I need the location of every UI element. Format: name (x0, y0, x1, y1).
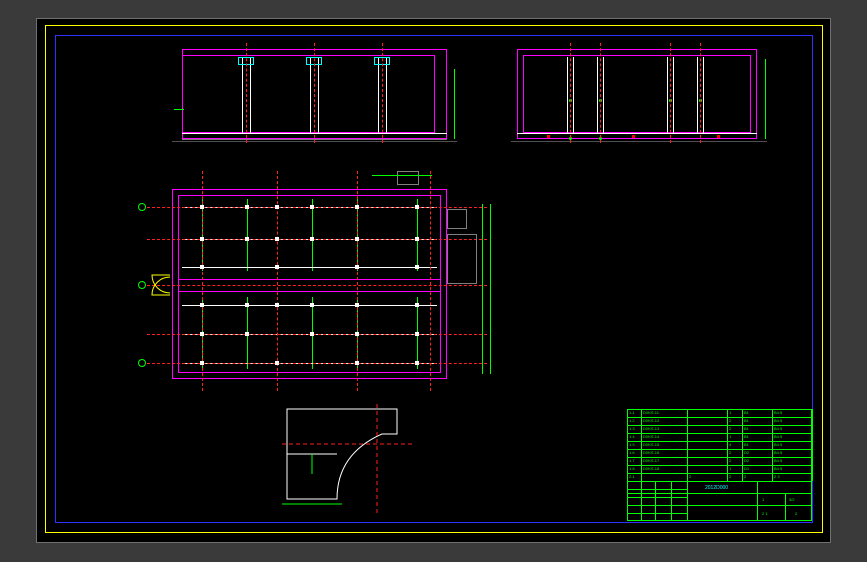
bom-cell: B4.5 (774, 442, 782, 447)
bom-cell: 2 (729, 426, 731, 431)
plan-view (172, 179, 502, 399)
bom-cell: 1.5 (629, 442, 635, 447)
section-view-right (517, 49, 767, 149)
bom-cell: D0KS-13 (643, 426, 659, 431)
sheet-total: 2 (795, 511, 797, 516)
bom-cell: 2 3 (774, 474, 780, 479)
sheet-label-right: 3/2 (789, 497, 795, 502)
bom-cell: 4 (729, 442, 731, 447)
bom-cell: B1 (744, 426, 749, 431)
bom-cell: 2 (729, 450, 731, 455)
bom-cell: 1 (729, 434, 731, 439)
bom-cell: 2 (744, 474, 746, 479)
bom-cell: D0KS-17 (643, 458, 659, 463)
bom-cell: 2 (729, 418, 731, 423)
sheet-num: 2 1 (762, 511, 768, 516)
bom-cell: B1 (744, 434, 749, 439)
bom-cell: 1.3 (629, 426, 635, 431)
project-number: 2012D000 (705, 485, 728, 491)
bom-cell: B1 (744, 442, 749, 447)
bom-cell: D0KS-14 (643, 434, 659, 439)
bom-cell: B4.5 (774, 450, 782, 455)
elevation-view-left (182, 49, 447, 149)
bom-cell: B1 (744, 410, 749, 415)
bom-cell: 1 (729, 466, 731, 471)
title-block: 1.1 D0KS-11 1 B1 B4.5 1.2 D0KS-12 2 B1 B4.5 1.3 D0K… (627, 409, 812, 521)
cad-viewport[interactable]: 1.1 D0KS-11 1 B1 B4.5 1.2 D0KS-12 2 B1 B4.5 1.3 D0K… (36, 18, 831, 543)
bom-cell: 2 (729, 474, 731, 479)
bom-cell: B4.5 (774, 466, 782, 471)
bom-cell: B4.5 (774, 458, 782, 463)
bom-cell: D0KS-12 (643, 418, 659, 423)
bom-cell: B4.5 (774, 426, 782, 431)
bom-cell: 1.8 (629, 466, 635, 471)
sheet-label-left: 1 (762, 497, 764, 502)
bom-cell: D0KS-16 (643, 450, 659, 455)
bom-cell: 1.4 (629, 434, 635, 439)
bom-cell: 1.2 (629, 418, 635, 423)
bom-cell: B1 (744, 418, 749, 423)
bom-cell: D2 (744, 458, 749, 463)
bom-cell: D0KS-15 (643, 442, 659, 447)
bom-cell: 1.7 (629, 458, 635, 463)
bom-cell: B4.5 (774, 410, 782, 415)
bom-cell: D0KS-11 (643, 410, 659, 415)
bom-cell: 2 (689, 474, 691, 479)
bom-cell: B4.5 (774, 434, 782, 439)
bom-cell: D0KS-18 (643, 466, 659, 471)
bom-cell: 1.1 (629, 410, 635, 415)
bom-cell: 2.1 (629, 474, 635, 479)
bom-cell: 1.6 (629, 450, 635, 455)
bom-cell: B4.5 (774, 418, 782, 423)
bom-cell: D2 (744, 450, 749, 455)
bom-cell: 2 (729, 458, 731, 463)
bom-cell: D1 (744, 466, 749, 471)
bom-cell: 1 (729, 410, 731, 415)
detail-view-curve (282, 404, 412, 514)
